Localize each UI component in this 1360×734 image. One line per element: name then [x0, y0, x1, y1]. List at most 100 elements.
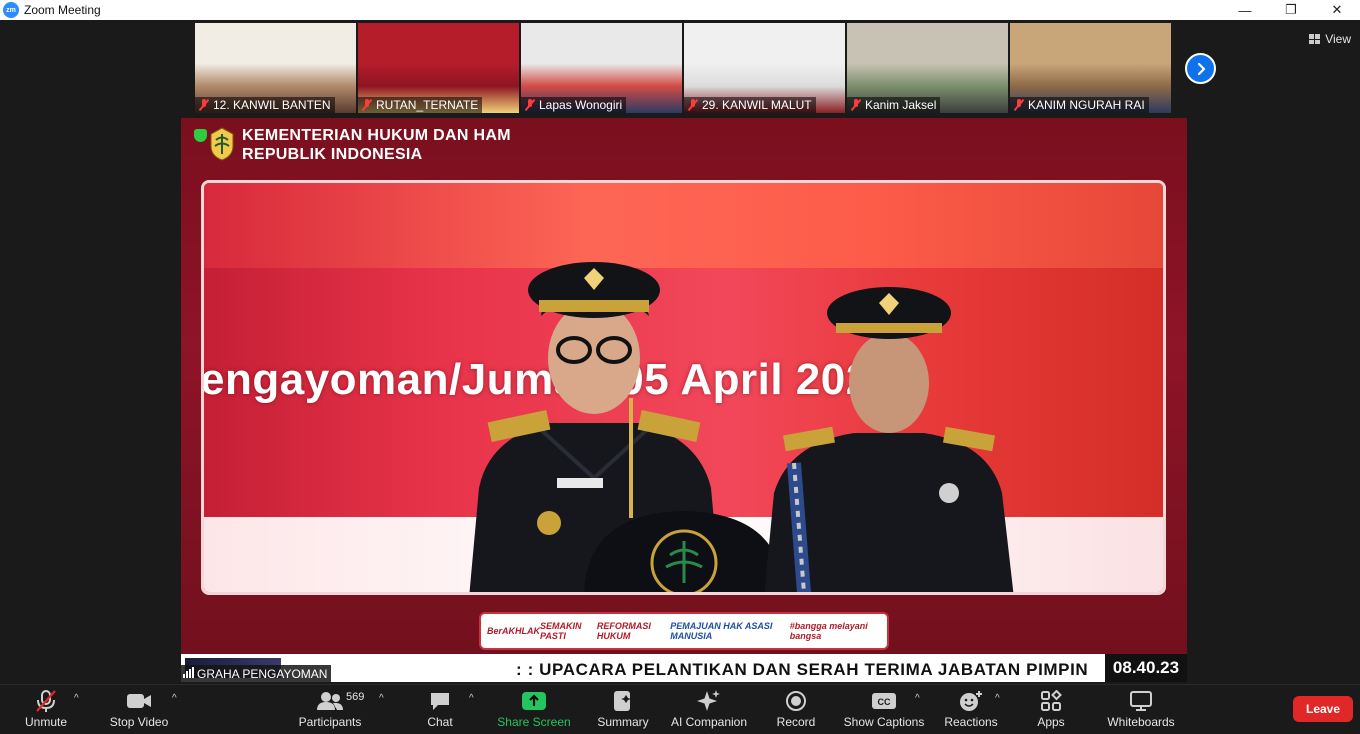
- participant-name: KANIM NGURAH RAI: [1028, 98, 1145, 112]
- participant-name: RUTAN_TERNATE: [376, 98, 479, 112]
- chevron-right-icon: [1197, 62, 1205, 75]
- ai-companion-button[interactable]: AI Companion: [668, 685, 750, 734]
- record-label: Record: [776, 715, 816, 729]
- captions-options-caret[interactable]: ^: [915, 693, 920, 704]
- window-title: Zoom Meeting: [24, 3, 101, 17]
- chat-options-caret[interactable]: ^: [469, 693, 474, 704]
- show-captions-label: Show Captions: [843, 715, 925, 729]
- svg-text:CC: CC: [878, 697, 891, 707]
- unmute-button[interactable]: Unmute: [18, 685, 74, 734]
- room-name-label: GRAHA PENGAYOMAN: [197, 667, 328, 681]
- participant-tile[interactable]: 12. KANWIL BANTEN: [195, 23, 356, 113]
- participant-name-bar: 12. KANWIL BANTEN: [195, 97, 335, 113]
- participants-label: Participants: [298, 715, 362, 729]
- unmute-label: Unmute: [24, 715, 68, 729]
- ministry-line-2: REPUBLIK INDONESIA: [242, 146, 423, 163]
- participant-tile[interactable]: Kanim Jaksel: [847, 23, 1008, 113]
- main-video-feed[interactable]: KEMENTERIAN HUKUM DAN HAM REPUBLIK INDON…: [181, 118, 1187, 682]
- apps-button[interactable]: Apps: [1030, 685, 1072, 734]
- stop-video-label: Stop Video: [109, 715, 169, 729]
- close-window-button[interactable]: ✕: [1314, 0, 1360, 20]
- participants-options-caret[interactable]: ^: [379, 693, 384, 704]
- ministry-emblem-icon: [210, 127, 234, 161]
- participant-tile[interactable]: RUTAN_TERNATE: [358, 23, 519, 113]
- meeting-controls-toolbar: Unmute ^ Stop Video ^ Participants 569 ^…: [0, 684, 1360, 733]
- news-ticker: : : UPACARA PELANTIKAN DAN SERAH TERIMA …: [181, 654, 1187, 682]
- view-button[interactable]: View: [1309, 32, 1351, 46]
- record-icon: [786, 691, 806, 711]
- banner-semakin-pasti: SEMAKIN PASTI: [540, 621, 582, 641]
- participant-name-bar: Kanim Jaksel: [847, 97, 941, 113]
- leave-meeting-button[interactable]: Leave: [1293, 696, 1353, 722]
- reactions-button[interactable]: Reactions: [942, 685, 1000, 734]
- whiteboards-button[interactable]: Whiteboards: [1102, 685, 1180, 734]
- summary-icon: [614, 691, 631, 711]
- summary-label: Summary: [597, 715, 649, 729]
- banner-berakhlak: BerAKHLAK: [487, 626, 541, 636]
- muted-microphone-icon: [525, 99, 535, 111]
- participants-icon: [317, 692, 343, 710]
- participant-tile[interactable]: KANIM NGURAH RAI: [1010, 23, 1171, 113]
- share-screen-button[interactable]: Share Screen: [496, 685, 572, 734]
- reactions-options-caret[interactable]: ^: [995, 693, 1000, 704]
- restore-button[interactable]: ❐: [1268, 0, 1314, 20]
- grid-view-icon: [1309, 34, 1321, 44]
- participant-name-bar: RUTAN_TERNATE: [358, 97, 483, 113]
- participant-name: Kanim Jaksel: [865, 98, 937, 112]
- chat-label: Chat: [427, 715, 453, 729]
- ticker-text: : : UPACARA PELANTIKAN DAN SERAH TERIMA …: [516, 660, 1089, 679]
- ministry-line-1: KEMENTERIAN HUKUM DAN HAM: [242, 127, 511, 144]
- window-titlebar: zm Zoom Meeting — ❐ ✕: [0, 0, 1360, 20]
- participant-tile[interactable]: Lapas Wonogiri: [521, 23, 682, 113]
- reactions-smiley-icon: [960, 691, 982, 711]
- muted-microphone-icon: [688, 99, 698, 111]
- zoom-app-icon: zm: [3, 2, 19, 18]
- muted-microphone-icon: [851, 99, 861, 111]
- banner-bangga-melayani: #bangga melayani bangsa: [789, 621, 868, 641]
- participant-name: Lapas Wonogiri: [539, 98, 623, 112]
- chat-bubble-icon: [431, 693, 449, 710]
- next-page-button[interactable]: [1185, 53, 1216, 84]
- banner-pemajuan: PEMAJUAN HAK ASASI MANUSIA: [670, 621, 773, 641]
- banner-reformasi-hukum: REFORMASI HUKUM: [596, 621, 651, 641]
- microphone-muted-icon: [36, 690, 56, 712]
- video-options-caret[interactable]: ^: [172, 693, 177, 704]
- record-button[interactable]: Record: [774, 685, 818, 734]
- participant-name-bar: Lapas Wonogiri: [521, 97, 627, 113]
- stage-backdrop-screen: engayoman/Jumat, 05 April 2024: [201, 180, 1166, 595]
- muted-microphone-icon: [1014, 99, 1024, 111]
- ministry-title: KEMENTERIAN HUKUM DAN HAM REPUBLIK INDON…: [242, 126, 511, 164]
- minimize-button[interactable]: —: [1222, 0, 1268, 20]
- whiteboards-label: Whiteboards: [1107, 715, 1175, 729]
- share-screen-label: Share Screen: [497, 715, 571, 729]
- muted-microphone-icon: [362, 99, 372, 111]
- ai-companion-label: AI Companion: [670, 715, 748, 729]
- meeting-stage: 12. KANWIL BANTEN RUTAN_TERNATE Lapas Wono…: [1, 20, 1359, 684]
- participant-name-bar: 29. KANWIL MALUT: [684, 97, 816, 113]
- reactions-label: Reactions: [944, 715, 998, 729]
- participant-tile[interactable]: 29. KANWIL MALUT: [684, 23, 845, 113]
- participant-name: 29. KANWIL MALUT: [702, 98, 812, 112]
- audio-options-caret[interactable]: ^: [74, 693, 79, 704]
- connection-signal-icon: [183, 667, 194, 678]
- values-banner: BerAKHLAK SEMAKIN PASTI REFORMASI HUKUM …: [479, 612, 889, 650]
- muted-microphone-icon: [199, 99, 209, 111]
- whiteboard-icon: [1130, 691, 1152, 711]
- participant-name-bar: KANIM NGURAH RAI: [1010, 97, 1149, 113]
- chat-button[interactable]: Chat: [420, 685, 460, 734]
- encryption-shield-icon[interactable]: [194, 129, 207, 142]
- stop-video-button[interactable]: Stop Video: [106, 685, 172, 734]
- video-camera-icon: [127, 694, 151, 708]
- participants-count: 569: [346, 691, 365, 703]
- view-button-label: View: [1325, 32, 1351, 46]
- closed-captions-icon: CC: [872, 693, 896, 709]
- participant-strip: 12. KANWIL BANTEN RUTAN_TERNATE Lapas Wono…: [195, 23, 1171, 113]
- ai-sparkle-icon: [697, 690, 720, 711]
- show-captions-button[interactable]: CC Show Captions: [842, 685, 926, 734]
- participant-name: 12. KANWIL BANTEN: [213, 98, 331, 112]
- summary-button[interactable]: Summary: [595, 685, 651, 734]
- active-speaker-name: GRAHA PENGAYOMAN: [181, 665, 332, 682]
- ticker-clock: 08.40.23: [1105, 654, 1187, 682]
- apps-icon: [1041, 690, 1062, 711]
- share-screen-icon: [522, 692, 546, 710]
